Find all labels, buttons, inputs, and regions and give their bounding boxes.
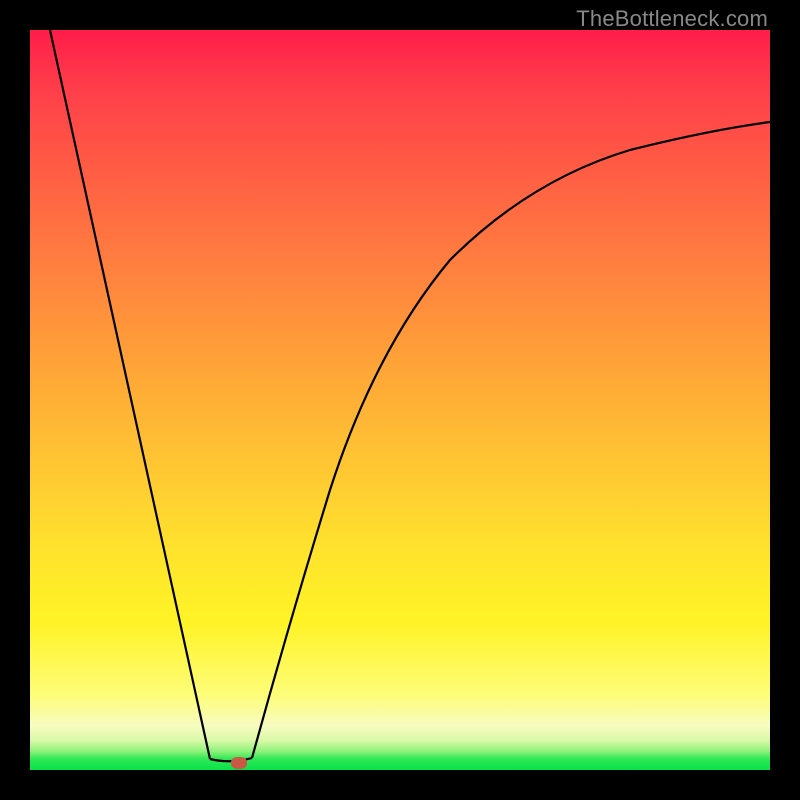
curve-right-rise [252,122,770,758]
minimum-marker [231,757,247,769]
watermark-text: TheBottleneck.com [576,6,768,32]
curve-left-descent [50,30,210,759]
bottleneck-curve [30,30,770,770]
